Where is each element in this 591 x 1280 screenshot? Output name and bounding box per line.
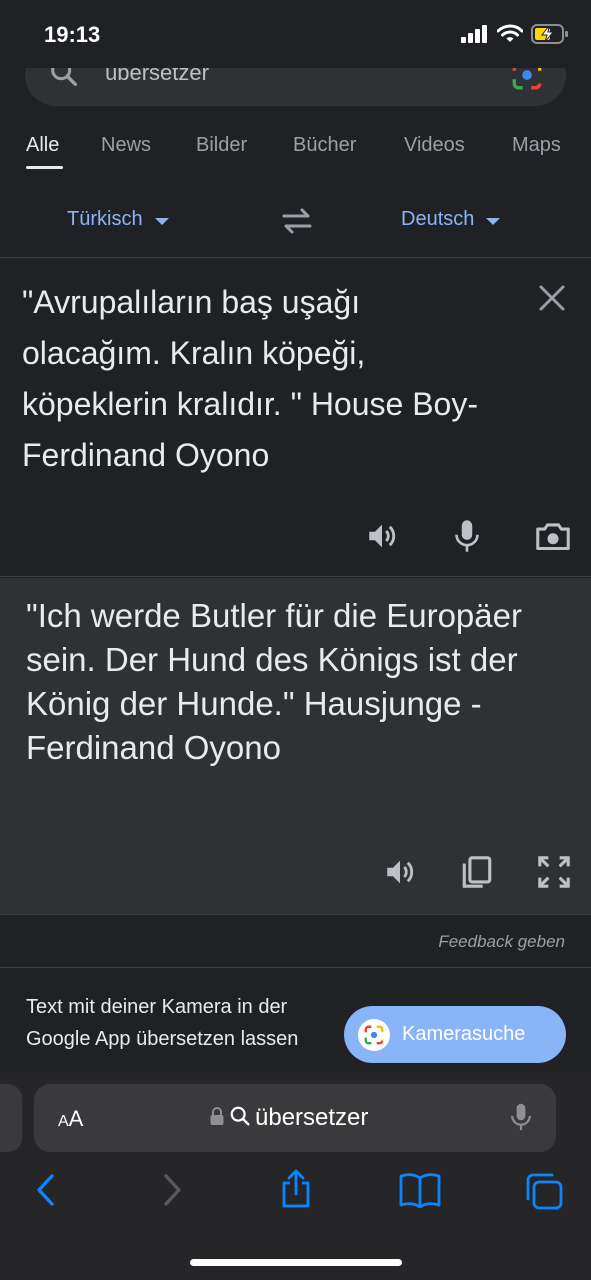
camera-icon[interactable] [535,520,571,557]
search-icon [229,1105,251,1132]
source-panel: "Avrupalıların baş uşağı olacağım. Kralı… [0,259,591,577]
translation-output: "Ich werde Butler für die Europäer sein.… [26,597,522,766]
wifi-icon [496,24,524,49]
lock-icon [209,1106,225,1131]
tab-news[interactable]: News [101,134,151,157]
close-icon[interactable] [539,285,565,316]
source-language-label: Türkisch [67,208,143,230]
bookmarks-icon[interactable] [399,1172,441,1213]
speaker-icon[interactable] [383,855,417,894]
url-text: übersetzer [255,1104,369,1131]
source-text-input[interactable]: "Avrupalıların baş uşağı olacağım. Kralı… [22,277,502,481]
previous-tab-preview[interactable] [0,1084,22,1152]
home-indicator [190,1259,402,1266]
active-tab-indicator [26,166,63,169]
address-bar[interactable]: AA übersetzer [34,1084,556,1152]
microphone-icon[interactable] [453,519,481,558]
swap-languages-icon[interactable] [280,206,314,241]
tab-books[interactable]: Bücher [293,134,356,157]
forward-icon[interactable] [160,1172,184,1213]
back-icon[interactable] [34,1172,58,1213]
safari-toolbar: AA übersetzer [0,1072,591,1280]
language-selector-row: Türkisch Deutsch [0,188,591,258]
microphone-icon[interactable] [510,1102,532,1137]
result-tabs: Alle News Bilder Bücher Videos Maps [0,118,591,178]
promo-text: Text mit deiner Kamera in der Google App… [26,996,299,1050]
status-bar: 19:13 [0,0,591,68]
speaker-icon[interactable] [365,519,399,558]
fullscreen-icon[interactable] [537,855,571,894]
status-icons [461,24,569,49]
source-language-select[interactable]: Türkisch [67,208,169,231]
chevron-down-icon [486,218,501,225]
reader-settings-button[interactable]: AA [58,1106,83,1132]
battery-charging-icon [531,24,569,49]
source-actions [365,519,571,558]
camera-search-button[interactable]: Kamerasuche [344,1006,566,1063]
translation-panel: "Ich werde Butler für die Europäer sein.… [0,578,591,915]
share-icon[interactable] [279,1168,313,1213]
tab-maps[interactable]: Maps [512,134,561,157]
translation-actions [383,855,571,894]
status-time: 19:13 [44,22,101,47]
camera-search-label: Kamerasuche [402,1023,526,1045]
camera-promo: Text mit deiner Kamera in der Google App… [0,969,591,1072]
cellular-signal-icon [461,25,489,48]
google-lens-icon [358,1018,390,1051]
safari-nav-row [0,1169,591,1216]
copy-icon[interactable] [461,855,493,894]
feedback-row: Feedback geben [0,916,591,968]
target-language-label: Deutsch [401,208,475,230]
tab-images[interactable]: Bilder [196,134,247,157]
feedback-link[interactable]: Feedback geben [438,932,565,952]
url-display[interactable]: übersetzer [209,1104,368,1132]
chevron-down-icon [154,218,169,225]
tab-all[interactable]: Alle [26,134,59,157]
tab-videos[interactable]: Videos [404,134,465,157]
target-language-select[interactable]: Deutsch [401,208,501,231]
tabs-icon[interactable] [524,1172,564,1215]
